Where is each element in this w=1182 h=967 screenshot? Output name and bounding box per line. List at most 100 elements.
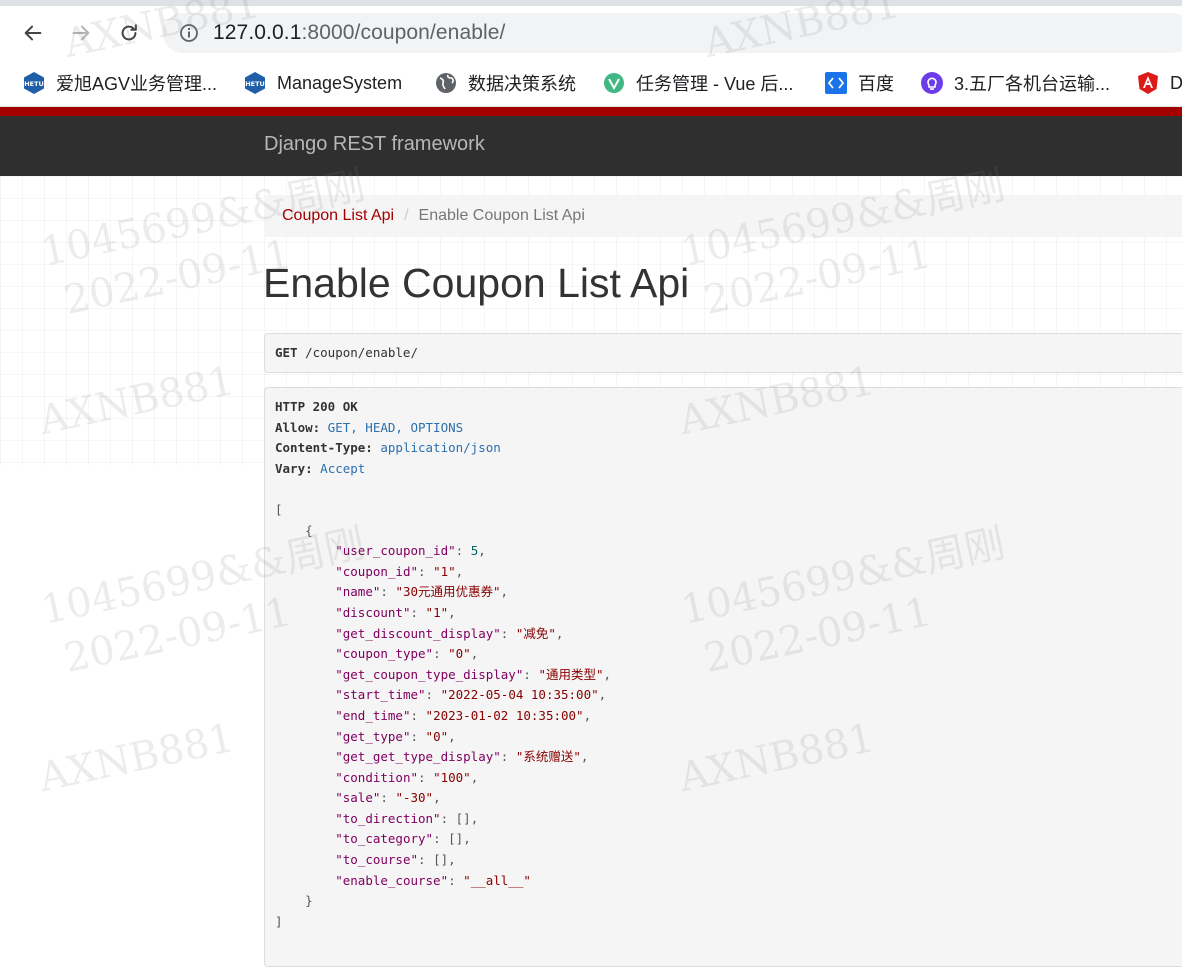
breadcrumb: Coupon List Api / Enable Coupon List Api xyxy=(264,195,1182,237)
arrow-right-icon xyxy=(72,25,90,41)
bookmark-item[interactable]: 数据决策系统 xyxy=(434,69,576,97)
svg-text:HETU: HETU xyxy=(24,80,44,88)
watermark-tag: AXNB881 xyxy=(35,714,239,801)
drf-navbar: Django REST framework xyxy=(0,116,1182,176)
json-value: "1" xyxy=(433,563,456,579)
drf-brand-link[interactable]: Django REST framework xyxy=(264,133,485,156)
json-field-line: "to_category": [], xyxy=(335,831,471,847)
json-key: "to_direction" xyxy=(335,810,441,826)
json-value: "系统赠送" xyxy=(515,749,581,765)
json-key: "get_get_type_display" xyxy=(335,749,501,765)
arrow-left-icon xyxy=(24,25,42,41)
bookmark-item[interactable]: HETU 爱旭AGV业务管理... xyxy=(22,69,217,97)
bookmark-item[interactable]: D xyxy=(1136,69,1182,97)
json-open-bracket: [ xyxy=(275,501,283,517)
json-field-line: "end_time": "2023-01-02 10:35:00", xyxy=(335,707,592,723)
json-value: "0" xyxy=(448,646,471,662)
json-field-line: "start_time": "2022-05-04 10:35:00", xyxy=(335,687,607,703)
json-key: "end_time" xyxy=(335,707,411,723)
header-content-type: Content-Type: application/json xyxy=(275,440,501,456)
json-key: "coupon_type" xyxy=(335,646,434,662)
bookmark-item[interactable]: HETU ManageSystem xyxy=(243,69,402,97)
code-brackets-icon xyxy=(824,71,848,95)
breadcrumb-current: Enable Coupon List Api xyxy=(418,207,585,224)
vue-icon xyxy=(602,71,626,95)
json-value: "-30" xyxy=(395,790,434,806)
json-field-line: "user_coupon_id": 5, xyxy=(335,543,486,559)
json-key: "name" xyxy=(335,584,381,600)
reload-button[interactable] xyxy=(116,20,142,46)
json-field-line: "get_coupon_type_display": "通用类型", xyxy=(335,666,612,682)
json-value: "100" xyxy=(433,769,471,785)
angular-icon xyxy=(1136,71,1160,95)
json-key: "discount" xyxy=(335,604,411,620)
breadcrumb-separator: / xyxy=(404,207,409,224)
json-field-line: "condition": "100", xyxy=(335,769,479,785)
json-field-line: "sale": "-30", xyxy=(335,790,441,806)
json-value: "2023-01-02 10:35:00" xyxy=(425,707,584,723)
json-value: [] xyxy=(433,852,449,868)
json-field-line: "name": "30元通用优惠券", xyxy=(335,584,509,600)
json-key: "to_course" xyxy=(335,852,419,868)
browser-toolbar: 127.0.0.1:8000/coupon/enable/ xyxy=(0,6,1182,60)
bookmark-item[interactable]: 3.五厂各机台运输... xyxy=(920,69,1110,97)
bookmarks-bar: HETU 爱旭AGV业务管理... HETU ManageSystem 数据决策… xyxy=(0,60,1182,107)
json-key: "get_coupon_type_display" xyxy=(335,666,524,682)
page-title: Enable Coupon List Api xyxy=(263,260,690,306)
bookmark-item[interactable]: 百度 xyxy=(824,69,894,97)
bookmark-item[interactable]: 任务管理 - Vue 后... xyxy=(602,69,793,97)
request-method: GET xyxy=(275,345,298,360)
address-bar[interactable]: 127.0.0.1:8000/coupon/enable/ xyxy=(163,13,1182,53)
drf-content: Coupon List Api / Enable Coupon List Api… xyxy=(0,162,1182,967)
json-fields: "user_coupon_id": 5, "coupon_id": "1", "… xyxy=(275,541,611,891)
response-box: HTTP 200 OK Allow: GET, HEAD, OPTIONS Co… xyxy=(264,387,1182,967)
lightbulb-icon xyxy=(920,71,944,95)
json-key: "enable_course" xyxy=(335,872,449,888)
json-key: "coupon_id" xyxy=(335,563,419,579)
back-button[interactable] xyxy=(20,20,46,46)
json-field-line: "to_direction": [], xyxy=(335,810,479,826)
url-text: 127.0.0.1:8000/coupon/enable/ xyxy=(213,21,506,44)
json-value: [] xyxy=(455,810,471,826)
json-field-line: "enable_course": "__all__" xyxy=(335,872,531,888)
json-field-line: "coupon_type": "0", xyxy=(335,646,479,662)
json-field-line: "to_course": [], xyxy=(335,852,456,868)
json-value: "0" xyxy=(425,728,449,744)
info-icon[interactable] xyxy=(179,23,199,43)
json-key: "condition" xyxy=(335,769,419,785)
request-info-box: GET /coupon/enable/ xyxy=(264,333,1182,373)
response-status: HTTP 200 OK xyxy=(275,399,358,414)
watermark-date: 2022-09-11 xyxy=(60,589,296,682)
json-open-brace: { xyxy=(275,522,313,538)
globe-icon xyxy=(434,71,458,95)
json-key: "get_discount_display" xyxy=(335,625,501,641)
request-path: /coupon/enable/ xyxy=(297,345,418,360)
json-field-line: "get_discount_display": "减免", xyxy=(335,625,564,641)
json-key: "user_coupon_id" xyxy=(335,543,456,559)
drf-top-accent xyxy=(0,107,1182,116)
header-allow: Allow: GET, HEAD, OPTIONS xyxy=(275,419,464,435)
json-close-bracket: ] xyxy=(275,913,283,929)
hetu-hexagon-icon: HETU xyxy=(243,71,267,95)
json-key: "sale" xyxy=(335,790,381,806)
json-value: "减免" xyxy=(515,625,556,641)
header-vary: Vary: Accept xyxy=(275,460,366,476)
json-close-brace: } xyxy=(275,893,313,909)
json-field-line: "get_type": "0", xyxy=(335,728,456,744)
json-value: "1" xyxy=(425,604,449,620)
json-value: [] xyxy=(448,831,464,847)
breadcrumb-link[interactable]: Coupon List Api xyxy=(282,207,394,225)
request-line: GET /coupon/enable/ xyxy=(275,345,418,360)
json-key: "to_category" xyxy=(335,831,434,847)
svg-text:HETU: HETU xyxy=(245,80,265,88)
json-key: "start_time" xyxy=(335,687,426,703)
json-field-line: "discount": "1", xyxy=(335,604,456,620)
json-field-line: "get_get_type_display": "系统赠送", xyxy=(335,749,589,765)
json-value: "__all__" xyxy=(463,872,531,888)
hetu-hexagon-icon: HETU xyxy=(22,71,46,95)
forward-button[interactable] xyxy=(68,20,94,46)
json-field-line: "coupon_id": "1", xyxy=(335,563,464,579)
reload-icon xyxy=(121,24,137,41)
json-value: "2022-05-04 10:35:00" xyxy=(440,687,599,703)
